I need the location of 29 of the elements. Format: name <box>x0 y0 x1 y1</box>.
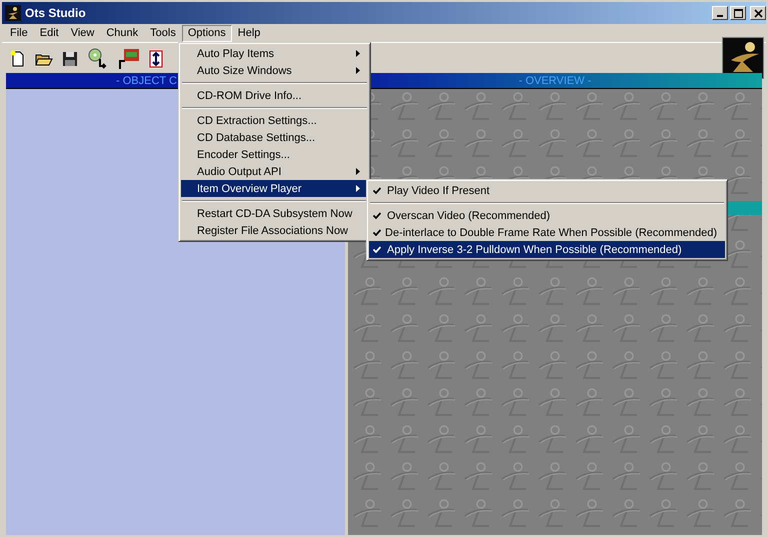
menu-option[interactable]: Encoder Settings... <box>181 146 368 163</box>
close-icon <box>754 8 762 18</box>
menu-option[interactable]: Restart CD-DA Subsystem Now <box>181 205 368 222</box>
menu-option[interactable]: Auto Play Items <box>181 45 368 62</box>
menu-option[interactable]: Play Video If Present <box>369 182 725 199</box>
menu-option[interactable]: Apply Inverse 3-2 Pulldown When Possible (Recommended) <box>369 241 725 258</box>
menu-item[interactable]: Edit <box>34 24 65 42</box>
menu-option[interactable]: Item Overview Player <box>181 180 368 197</box>
save-icon[interactable] <box>60 49 80 69</box>
window-title: Ots Studio <box>25 6 87 20</box>
app-logo-icon <box>5 5 21 21</box>
music-file-icon[interactable] <box>116 47 140 71</box>
menu-item[interactable]: Chunk <box>100 24 144 42</box>
menu-option[interactable]: Overscan Video (Recommended) <box>369 207 725 224</box>
maximize-button[interactable] <box>730 6 746 20</box>
menu-item[interactable]: Help <box>232 24 266 42</box>
menu-item[interactable]: Options <box>182 24 232 42</box>
menu-option[interactable]: Register File Associations Now <box>181 222 368 239</box>
menu-option[interactable]: CD Extraction Settings... <box>181 112 368 129</box>
menu-item[interactable]: File <box>4 24 34 42</box>
menu-option[interactable]: Audio Output API <box>181 163 368 180</box>
menu-option[interactable]: De-interlace to Double Frame Rate When Possible (Recommended) <box>369 224 725 241</box>
close-button[interactable] <box>750 6 766 20</box>
minimize-button[interactable] <box>712 6 728 20</box>
menu-option[interactable]: CD-ROM Drive Info... <box>181 87 368 104</box>
menu-item[interactable]: View <box>64 24 100 42</box>
menu-option[interactable]: CD Database Settings... <box>181 129 368 146</box>
maximize-icon <box>734 8 742 18</box>
menu-item[interactable]: Tools <box>144 24 182 42</box>
